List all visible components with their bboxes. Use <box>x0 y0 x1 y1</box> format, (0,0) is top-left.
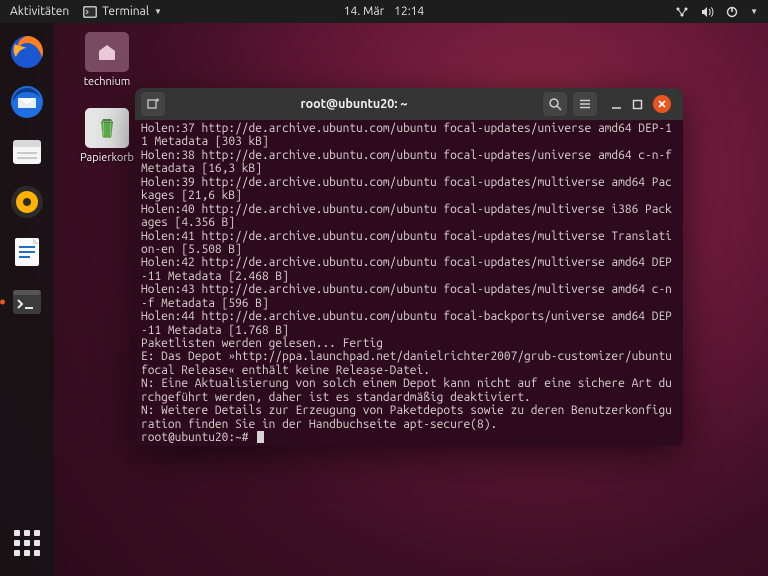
chevron-down-icon: ▼ <box>750 7 758 16</box>
search-icon <box>548 97 562 111</box>
hamburger-icon <box>578 97 592 111</box>
terminal-line: N: Eine Aktualisierung von solch einem D… <box>141 377 677 404</box>
terminal-line: Holen:38 http://de.archive.ubuntu.com/ub… <box>141 149 677 176</box>
network-icon <box>675 6 689 18</box>
terminal-line: Holen:44 http://de.archive.ubuntu.com/ub… <box>141 310 677 337</box>
desktop-icon-home[interactable]: technium <box>72 32 142 88</box>
dock-item-firefox[interactable] <box>6 31 48 73</box>
desktop-icon-label: Papierkorb <box>72 152 142 164</box>
desktop-icon-label: technium <box>72 76 142 88</box>
apps-grid-icon <box>14 530 40 556</box>
terminal-prompt[interactable]: root@ubuntu20:~# <box>141 431 677 444</box>
clock-time: 12:14 <box>394 5 424 18</box>
minimize-icon <box>611 99 622 110</box>
terminal-line: Holen:43 http://de.archive.ubuntu.com/ub… <box>141 283 677 310</box>
terminal-line: E: Das Depot »http://ppa.launchpad.net/d… <box>141 350 677 377</box>
folder-home-icon <box>85 32 129 72</box>
terminal-line: Holen:39 http://de.archive.ubuntu.com/ub… <box>141 176 677 203</box>
desktop-icon-trash[interactable]: Papierkorb <box>72 108 142 164</box>
trash-icon <box>85 108 129 148</box>
dock-item-terminal[interactable] <box>6 281 48 323</box>
show-applications-button[interactable] <box>0 522 54 564</box>
terminal-body[interactable]: Holen:37 http://de.archive.ubuntu.com/ub… <box>135 120 683 446</box>
activities-button[interactable]: Aktivitäten <box>10 5 69 18</box>
dock <box>0 23 54 576</box>
close-icon <box>657 99 667 109</box>
window-minimize-button[interactable] <box>611 99 622 110</box>
window-maximize-button[interactable] <box>632 99 643 110</box>
dock-item-writer[interactable] <box>6 231 48 273</box>
window-title: root@ubuntu20: ~ <box>171 97 537 111</box>
app-menu[interactable]: Terminal ▼ <box>83 5 162 18</box>
clock-area[interactable]: 14. Mär 12:14 <box>344 5 424 18</box>
window-close-button[interactable] <box>653 95 671 113</box>
terminal-titlebar[interactable]: root@ubuntu20: ~ <box>135 88 683 120</box>
terminal-icon <box>83 6 97 18</box>
gnome-topbar: Aktivitäten Terminal ▼ 14. Mär 12:14 ▼ <box>0 0 768 23</box>
clock-date: 14. Mär <box>344 5 384 18</box>
system-menu[interactable]: ▼ <box>675 6 758 18</box>
dock-item-thunderbird[interactable] <box>6 81 48 123</box>
terminal-line: N: Weitere Details zur Erzeugung von Pak… <box>141 404 677 431</box>
volume-icon <box>701 6 714 18</box>
terminal-line: Holen:41 http://de.archive.ubuntu.com/ub… <box>141 230 677 257</box>
app-menu-label: Terminal <box>102 5 149 18</box>
terminal-line: Holen:42 http://de.archive.ubuntu.com/ub… <box>141 256 677 283</box>
search-button[interactable] <box>543 92 567 116</box>
new-tab-button[interactable] <box>141 92 165 116</box>
hamburger-menu-button[interactable] <box>573 92 597 116</box>
terminal-line: Holen:40 http://de.archive.ubuntu.com/ub… <box>141 203 677 230</box>
new-tab-icon <box>146 97 160 111</box>
dock-item-files[interactable] <box>6 131 48 173</box>
terminal-window: root@ubuntu20: ~ Holen:37 http://de.arch… <box>135 88 683 446</box>
terminal-line: Holen:37 http://de.archive.ubuntu.com/ub… <box>141 122 677 149</box>
power-icon <box>726 6 738 18</box>
maximize-icon <box>632 99 643 110</box>
terminal-line: Paketlisten werden gelesen... Fertig <box>141 337 677 350</box>
cursor <box>257 431 264 443</box>
chevron-down-icon: ▼ <box>154 7 162 16</box>
dock-item-rhythmbox[interactable] <box>6 181 48 223</box>
